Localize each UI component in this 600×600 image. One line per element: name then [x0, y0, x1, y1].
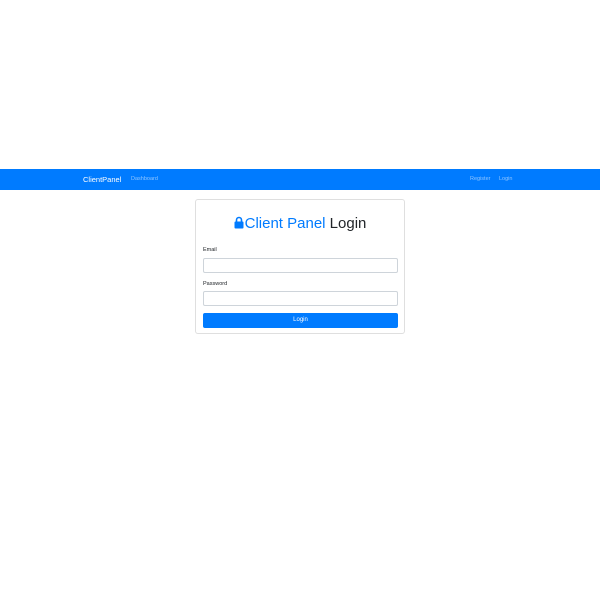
email-field[interactable]	[203, 258, 398, 273]
password-field[interactable]	[203, 291, 398, 306]
brand-link[interactable]: ClientPanel	[83, 169, 121, 190]
login-button[interactable]: Login	[203, 313, 398, 328]
nav-link-dashboard[interactable]: Dashboard	[131, 169, 158, 190]
title-rest-text: Login	[329, 215, 367, 232]
login-card: Client Panel Login Email Password Login	[195, 199, 405, 334]
navbar: ClientPanel Dashboard Register Login	[0, 169, 600, 190]
lock-icon	[234, 216, 244, 229]
nav-link-login[interactable]: Login	[499, 169, 512, 190]
password-label: Password	[203, 281, 228, 287]
login-title: Client Panel Login	[196, 214, 404, 234]
email-label: Email	[203, 247, 217, 253]
title-accent-text: Client Panel	[244, 215, 326, 232]
nav-link-register[interactable]: Register	[470, 169, 490, 190]
